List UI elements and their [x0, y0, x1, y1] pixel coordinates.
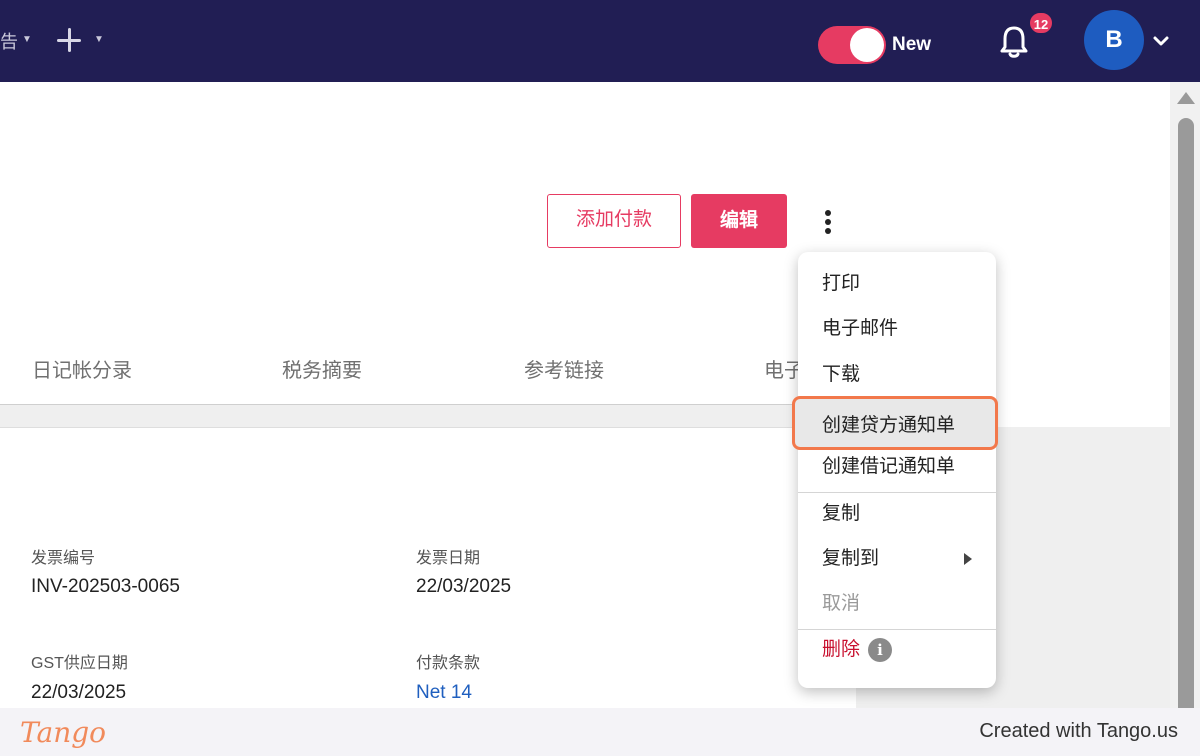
invoice-details-card: 发票编号 INV-202503-0065 发票日期 22/03/2025 GST… [0, 427, 856, 708]
scroll-up-arrow-icon[interactable] [1177, 92, 1195, 104]
add-payment-button[interactable]: 添加付款 [547, 194, 681, 248]
chevron-down-icon[interactable] [1152, 32, 1170, 50]
footer-credit: Created with Tango.us [979, 720, 1178, 742]
menu-item-print[interactable]: 打印 [798, 262, 996, 306]
more-options-icon[interactable] [818, 206, 838, 238]
info-icon[interactable]: i [868, 637, 893, 662]
gst-supply-date-label: GST供应日期 [31, 655, 128, 672]
chevron-right-icon [964, 553, 972, 565]
payment-terms-link[interactable]: Net 14 [416, 682, 472, 704]
payment-terms-label: 付款条款 [416, 655, 481, 672]
avatar[interactable]: B [1084, 10, 1144, 70]
invoice-number-value: INV-202503-0065 [31, 576, 180, 597]
nav-menu-fragment[interactable]: 告 [0, 28, 18, 54]
copy-to-label: 复制到 [822, 548, 880, 569]
vertical-scrollbar[interactable] [1170, 82, 1200, 718]
caret-down-icon[interactable]: ▼ [94, 34, 104, 45]
menu-item-create-debit-note[interactable]: 创建借记通知单 [798, 445, 996, 489]
invoice-date-label: 发票日期 [416, 550, 481, 567]
tab-tax-summary[interactable]: 税务摘要 [282, 354, 362, 383]
more-options-menu: 打印 电子邮件 下载 创建借记通知单 复制 复制到 取消 删除 i [798, 252, 996, 688]
notification-badge: 12 [1028, 11, 1054, 35]
scrollbar-thumb[interactable] [1178, 118, 1194, 718]
edit-button[interactable]: 编辑 [691, 194, 787, 248]
menu-item-create-credit-note[interactable]: 创建贷方通知单 [792, 396, 998, 450]
menu-item-delete[interactable]: 删除 i [798, 628, 996, 672]
gst-supply-date-value: 22/03/2025 [31, 682, 127, 703]
menu-item-copy-to[interactable]: 复制到 [798, 537, 996, 581]
bell-icon[interactable] [994, 22, 1034, 62]
toggle-knob [850, 28, 884, 62]
tab-bar: 日记帐分录 税务摘要 参考链接 电子 [0, 338, 880, 408]
menu-item-download[interactable]: 下载 [798, 353, 996, 397]
menu-item-cancel: 取消 [822, 593, 861, 614]
menu-item-email[interactable]: 电子邮件 [798, 307, 996, 351]
plus-icon[interactable] [56, 26, 82, 52]
tango-footer: Tango Created with Tango.us [0, 708, 1200, 756]
new-ui-toggle[interactable] [818, 26, 886, 64]
menu-item-copy[interactable]: 复制 [798, 492, 996, 536]
tab-reference-links[interactable]: 参考链接 [524, 354, 604, 383]
tango-logo: Tango [20, 716, 107, 749]
delete-label: 删除 [822, 639, 861, 660]
toggle-label: New [892, 34, 932, 55]
top-navigation-bar: 告 ▼ ▼ New 12 B [0, 0, 1200, 82]
invoice-date-value: 22/03/2025 [416, 576, 512, 597]
invoice-number-label: 发票编号 [31, 550, 96, 567]
caret-down-icon[interactable]: ▼ [22, 34, 32, 45]
tab-journal-entries[interactable]: 日记帐分录 [32, 354, 132, 383]
create-credit-note-label: 创建贷方通知单 [822, 415, 956, 436]
